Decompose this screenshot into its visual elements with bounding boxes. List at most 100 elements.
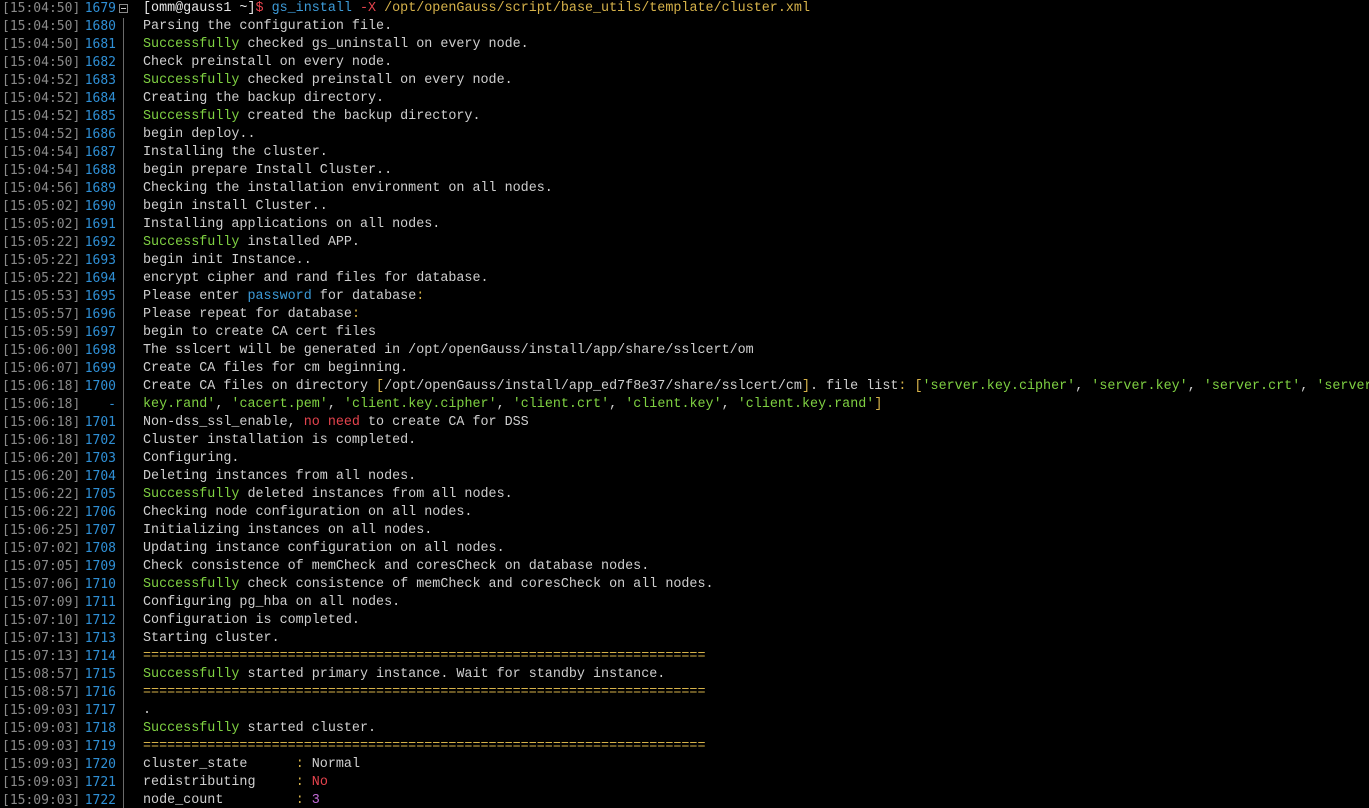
- text-segment: Normal: [303, 757, 360, 772]
- text-segment: .: [143, 703, 152, 718]
- line-number: 1692: [84, 235, 116, 250]
- line-number: 1702: [84, 433, 116, 448]
- line-text: ========================================…: [143, 648, 706, 666]
- terminal-line: [15:09:03] 1718 Successfully started clust…: [0, 720, 1369, 738]
- text-segment: Successfully: [143, 37, 240, 52]
- text-segment: checked gs_uninstall on every node.: [239, 37, 529, 52]
- text-segment: gs_install: [271, 1, 360, 16]
- line-timestamp: [15:04:52]: [2, 73, 81, 88]
- text-segment: $: [255, 1, 272, 16]
- line-number: 1688: [84, 163, 116, 178]
- line-text: Successfully checked gs_uninstall on eve…: [143, 36, 529, 54]
- line-text: Starting cluster.: [143, 630, 280, 648]
- line-number: 1713: [84, 631, 116, 646]
- line-timestamp: [15:05:02]: [2, 217, 81, 232]
- line-text: Configuring pg_hba on all nodes.: [143, 594, 400, 612]
- line-timestamp: [15:04:52]: [2, 127, 81, 142]
- text-segment: :: [351, 307, 360, 322]
- line-timestamp: [15:07:06]: [2, 577, 81, 592]
- terminal-line: [15:06:25] 1707 Initializing instances on …: [0, 522, 1369, 540]
- line-timestamp: [15:07:10]: [2, 613, 81, 628]
- line-number: 1703: [84, 451, 116, 466]
- line-text: Successfully checked preinstall on every…: [143, 72, 513, 90]
- text-segment: Non-dss_ssl_enable,: [143, 415, 304, 430]
- text-segment: Please enter: [143, 289, 248, 304]
- terminal-line: [15:08:57] 1716 ==========================…: [0, 684, 1369, 702]
- terminal-line: [15:07:13] 1713 Starting cluster.: [0, 630, 1369, 648]
- text-segment: cluster_state: [143, 757, 296, 772]
- text-segment: Create CA files on directory: [143, 379, 377, 394]
- line-text: Initializing instances on all nodes.: [143, 522, 432, 540]
- text-segment: Checking node configuration on all nodes…: [143, 505, 473, 520]
- text-segment: checked preinstall on every node.: [239, 73, 513, 88]
- line-text: Installing applications on all nodes.: [143, 216, 440, 234]
- line-timestamp: [15:04:52]: [2, 91, 81, 106]
- line-text: Create CA files for cm beginning.: [143, 360, 408, 378]
- text-segment: [304, 793, 312, 808]
- terminal-line: [15:06:20] 1704 Deleting instances from al…: [0, 468, 1369, 486]
- terminal-line: [15:04:54] 1688 begin prepare Install Clus…: [0, 162, 1369, 180]
- line-number: 1687: [84, 145, 116, 160]
- fold-collapse-icon[interactable]: [119, 4, 128, 13]
- text-segment: ,: [1300, 379, 1317, 394]
- line-text: Checking the installation environment on…: [143, 180, 553, 198]
- text-segment: Successfully: [143, 487, 240, 502]
- line-text: cluster_state : Normal: [143, 756, 360, 774]
- line-text: Cluster installation is completed.: [143, 432, 416, 450]
- line-text: begin prepare Install Cluster..: [143, 162, 392, 180]
- line-number: 1681: [84, 37, 116, 52]
- line-timestamp: [15:04:54]: [2, 145, 81, 160]
- line-text: Successfully installed APP.: [143, 234, 360, 252]
- text-segment: Cluster installation is completed.: [143, 433, 417, 448]
- text-segment: started primary instance. Wait for stand…: [239, 667, 666, 682]
- text-segment: 3: [311, 793, 320, 808]
- line-timestamp: [15:09:03]: [2, 775, 81, 790]
- line-text: Check consistence of memCheck and coresC…: [143, 558, 649, 576]
- terminal-line: [15:04:52] 1686 begin deploy..: [0, 126, 1369, 144]
- line-number: 1720: [84, 757, 116, 772]
- text-segment: 'server.key': [1091, 379, 1188, 394]
- text-segment: ,: [1187, 379, 1204, 394]
- terminal-line: [15:05:57] 1696 Please repeat for database…: [0, 306, 1369, 324]
- line-number: 1719: [84, 739, 116, 754]
- text-segment: [omm@gauss1 ~]: [143, 1, 256, 16]
- line-timestamp: [15:07:13]: [2, 631, 81, 646]
- line-timestamp: [15:09:03]: [2, 739, 81, 754]
- line-text: Please repeat for database:: [143, 306, 360, 324]
- line-text: Configuration is completed.: [143, 612, 360, 630]
- line-text: begin to create CA cert files: [143, 324, 376, 342]
- text-segment: Installing the cluster.: [143, 145, 328, 160]
- terminal-line: [15:06:07] 1699 Create CA files for cm beg…: [0, 360, 1369, 378]
- line-text: Parsing the configuration file.: [143, 18, 392, 36]
- line-number: 1700: [84, 379, 116, 394]
- text-segment: Successfully: [143, 667, 240, 682]
- terminal-line: [15:07:09] 1711 Configuring pg_hba on all …: [0, 594, 1369, 612]
- terminal-line: [15:06:18] - key.rand', 'cacert.pem', 'cli…: [0, 396, 1369, 414]
- line-number: 1696: [84, 307, 116, 322]
- line-number: 1691: [84, 217, 116, 232]
- line-number: 1710: [84, 577, 116, 592]
- line-text: Successfully started cluster.: [143, 720, 376, 738]
- line-number: 1686: [84, 127, 116, 142]
- line-number: 1718: [84, 721, 116, 736]
- terminal-window[interactable]: [15:04:50] 1679 [omm@gauss1 ~]$ gs_install…: [0, 0, 1369, 808]
- text-segment: encrypt cipher and rand files for databa…: [143, 271, 489, 286]
- text-segment: for database: [311, 289, 417, 304]
- text-segment: Check consistence of memCheck and coresC…: [143, 559, 650, 574]
- text-segment: 'server.key.cipher': [922, 379, 1076, 394]
- terminal-line: [15:06:22] 1706 Checking node configuratio…: [0, 504, 1369, 522]
- line-number: 1689: [84, 181, 116, 196]
- line-timestamp: [15:05:57]: [2, 307, 81, 322]
- line-number: 1685: [84, 109, 116, 124]
- text-segment: begin deploy..: [143, 127, 256, 142]
- terminal-line: [15:05:02] 1690 begin install Cluster..: [0, 198, 1369, 216]
- line-timestamp: [15:09:03]: [2, 757, 81, 772]
- line-number: 1684: [84, 91, 116, 106]
- line-text: Creating the backup directory.: [143, 90, 384, 108]
- line-timestamp: [15:06:22]: [2, 487, 81, 502]
- text-segment: [: [376, 379, 385, 394]
- line-number: 1722: [84, 793, 116, 808]
- terminal-line: [15:05:22] 1692 Successfully installed APP…: [0, 234, 1369, 252]
- line-text: encrypt cipher and rand files for databa…: [143, 270, 489, 288]
- text-segment: 'server.crt': [1203, 379, 1301, 394]
